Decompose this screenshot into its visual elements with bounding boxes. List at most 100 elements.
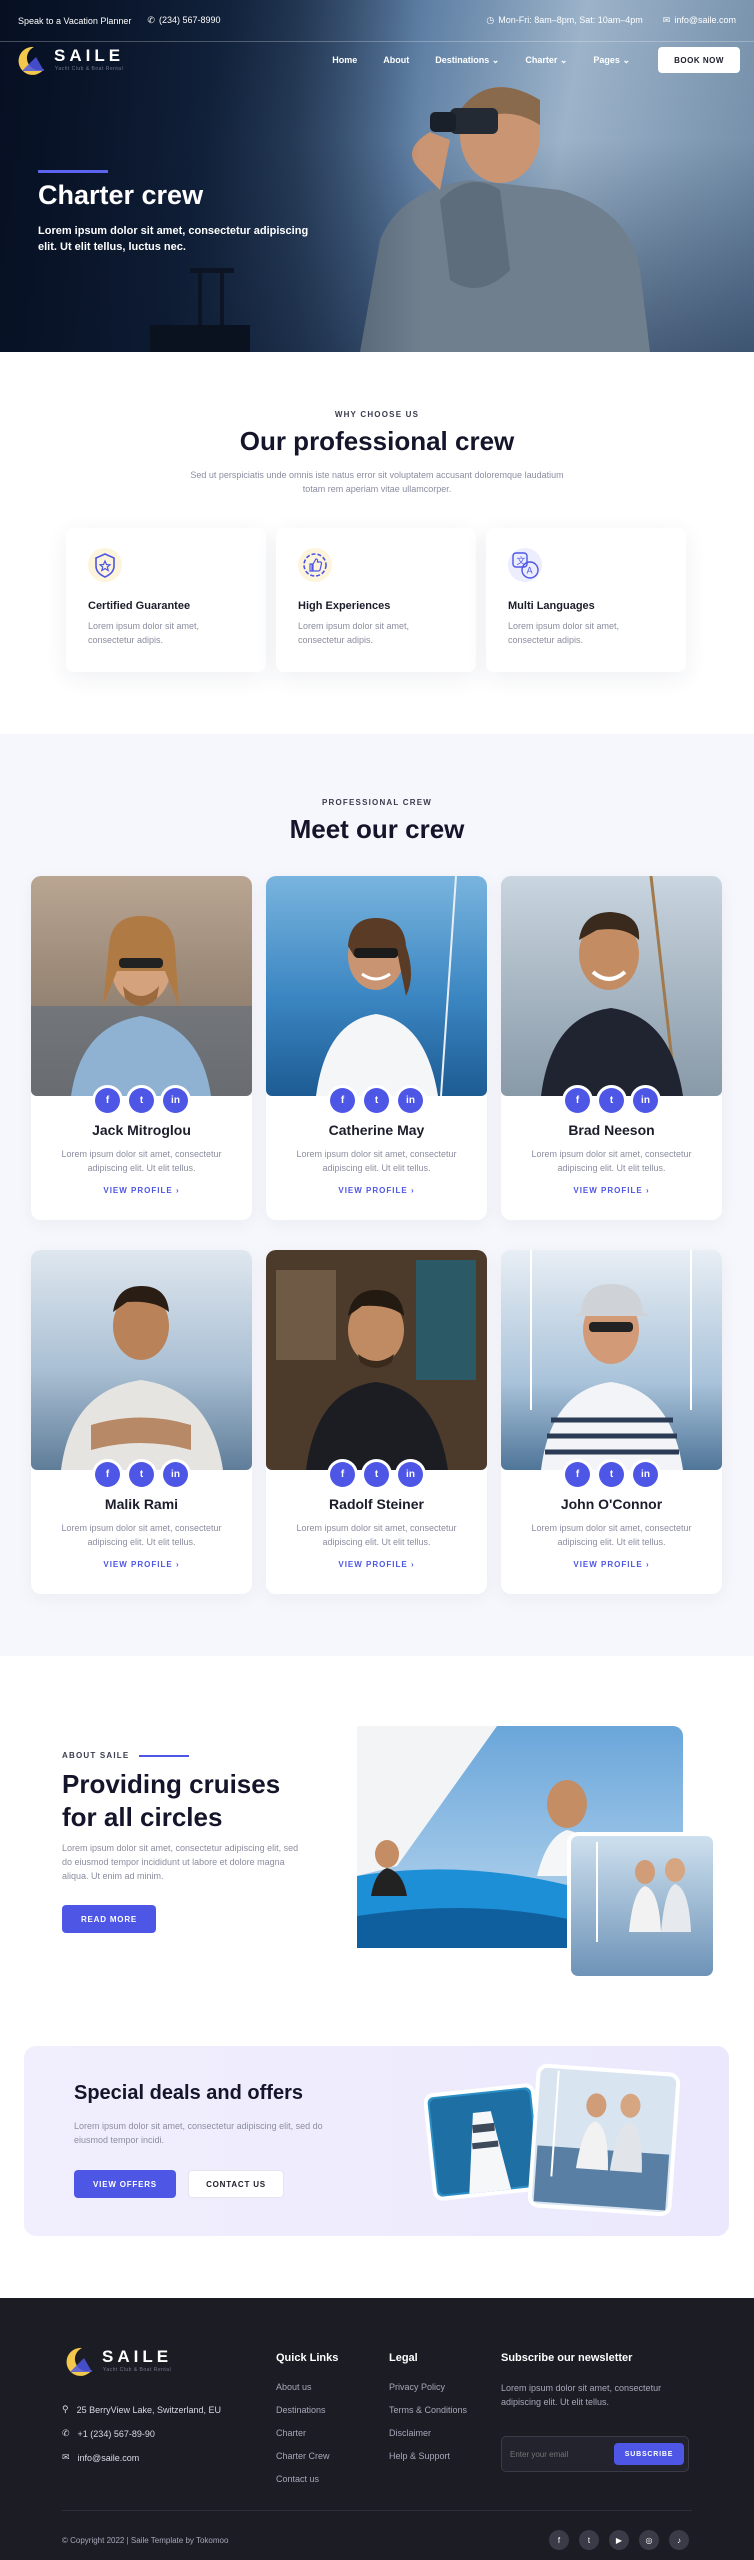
crescent-logo-icon (18, 46, 44, 75)
footer-email[interactable]: ✉ info@saile.com (62, 2452, 139, 2463)
footer-link-destinations[interactable]: Destinations (276, 2405, 326, 2415)
nav-destinations-label: Destinations (435, 54, 490, 65)
footer-divider (62, 2510, 692, 2511)
quick-links-title: Quick Links (276, 2352, 339, 2364)
footer-link-privacy[interactable]: Privacy Policy (389, 2382, 445, 2392)
hero-accent-line (38, 170, 108, 173)
footer-logo[interactable]: SAILE Yacht Club & Boat Rental (62, 2346, 172, 2376)
facebook-icon[interactable]: f (95, 1088, 120, 1113)
feature-text: Lorem ipsum dolor sit amet, consectetur … (508, 621, 620, 645)
twitter-icon[interactable]: t (579, 2530, 599, 2550)
deals-photo-friends (527, 2063, 681, 2217)
subscribe-button[interactable]: SUBSCRIBE (614, 2443, 684, 2465)
footer-link-about[interactable]: About us (276, 2382, 312, 2392)
chevron-right-icon: › (410, 1186, 415, 1195)
crew-card: f t in Malik Rami Lorem ipsum dolor sit … (31, 1250, 252, 1594)
view-profile-link[interactable]: VIEW PROFILE › (31, 1560, 252, 1569)
crew-photo (266, 1250, 487, 1470)
facebook-icon[interactable]: f (565, 1088, 590, 1113)
view-profile-link[interactable]: VIEW PROFILE › (266, 1560, 487, 1569)
linkedin-icon[interactable]: in (398, 1088, 423, 1113)
tiktok-icon[interactable]: ♪ (669, 2530, 689, 2550)
facebook-icon[interactable]: f (330, 1462, 355, 1487)
linkedin-icon[interactable]: in (398, 1462, 423, 1487)
footer-link-disclaimer[interactable]: Disclaimer (389, 2428, 431, 2438)
about-title-line2: for all circles (62, 1801, 223, 1832)
nav-destinations[interactable]: Destinations ⌄ (435, 55, 499, 66)
footer-brand-tagline: Yacht Club & Boat Rental (102, 2366, 172, 2373)
contact-us-button[interactable]: CONTACT US (188, 2170, 284, 2198)
feature-title: High Experiences (298, 600, 391, 612)
instagram-icon[interactable]: ◎ (639, 2530, 659, 2550)
book-now-button[interactable]: BOOK NOW (658, 47, 740, 73)
crew-desc: Lorem ipsum dolor sit amet, consectetur … (531, 1523, 692, 1547)
view-profile-link[interactable]: VIEW PROFILE › (31, 1186, 252, 1195)
crew-card: f t in Brad Neeson Lorem ipsum dolor sit… (501, 876, 722, 1220)
chevron-down-icon: ⌄ (491, 54, 500, 65)
twitter-icon[interactable]: t (129, 1088, 154, 1113)
deals-title: Special deals and offers (74, 2082, 303, 2104)
view-profile-link[interactable]: VIEW PROFILE › (266, 1186, 487, 1195)
topbar-phone[interactable]: ✆ (234) 567-8990 (147, 15, 220, 26)
twitter-icon[interactable]: t (364, 1088, 389, 1113)
social-links: f t in (266, 1088, 487, 1113)
nav-home[interactable]: Home (332, 55, 357, 65)
footer-phone[interactable]: ✆ +1 (234) 567-89-90 (62, 2428, 155, 2439)
facebook-icon[interactable]: f (549, 2530, 569, 2550)
nav-pages-label: Pages (593, 54, 620, 65)
deals-section: Special deals and offers Lorem ipsum dol… (24, 2046, 729, 2236)
chevron-down-icon: ⌄ (559, 54, 568, 65)
linkedin-icon[interactable]: in (163, 1462, 188, 1487)
twitter-icon[interactable]: t (599, 1462, 624, 1487)
footer-link-charter[interactable]: Charter (276, 2428, 306, 2438)
newsletter-email-input[interactable] (510, 2445, 610, 2463)
read-more-button[interactable]: READ MORE (62, 1905, 156, 1933)
brand-logo[interactable]: SAILE Yacht Club & Boat Rental (14, 45, 124, 75)
nav-pages[interactable]: Pages ⌄ (593, 55, 630, 66)
view-profile-link[interactable]: VIEW PROFILE › (501, 1560, 722, 1569)
twitter-icon[interactable]: t (364, 1462, 389, 1487)
nav-about[interactable]: About (383, 55, 409, 65)
linkedin-icon[interactable]: in (633, 1462, 658, 1487)
crew-title: Meet our crew (289, 814, 465, 844)
view-offers-button[interactable]: VIEW OFFERS (74, 2170, 176, 2198)
twitter-icon[interactable]: t (129, 1462, 154, 1487)
chevron-down-icon: ⌄ (622, 54, 630, 65)
youtube-icon[interactable]: ▶ (609, 2530, 629, 2550)
social-links: f t in (31, 1462, 252, 1487)
linkedin-icon[interactable]: in (163, 1088, 188, 1113)
map-pin-icon: ⚲ (62, 2404, 69, 2414)
facebook-icon[interactable]: f (565, 1462, 590, 1487)
chevron-right-icon: › (645, 1560, 650, 1569)
crew-name: Catherine May (328, 1122, 425, 1138)
footer-link-terms[interactable]: Terms & Conditions (389, 2405, 467, 2415)
twitter-icon[interactable]: t (599, 1088, 624, 1113)
view-profile-label: VIEW PROFILE (338, 1186, 408, 1195)
footer-brand-name: SAILE (102, 2346, 173, 2366)
hero-title: Charter crew (38, 180, 204, 210)
nav-charter[interactable]: Charter ⌄ (525, 55, 567, 66)
topbar-phone-text: (234) 567-8990 (158, 15, 221, 25)
newsletter-title: Subscribe our newsletter (501, 2352, 633, 2364)
nav-menu: Home About Destinations ⌄ Charter ⌄ Page… (332, 55, 630, 66)
chevron-right-icon: › (410, 1560, 415, 1569)
crew-photo (31, 876, 252, 1096)
facebook-icon[interactable]: f (330, 1088, 355, 1113)
facebook-icon[interactable]: f (95, 1462, 120, 1487)
topbar-hours: ◷ Mon-Fri: 8am–8pm, Sat: 10am–4pm (486, 15, 642, 26)
footer-link-contact[interactable]: Contact us (276, 2474, 319, 2484)
view-profile-link[interactable]: VIEW PROFILE › (501, 1186, 722, 1195)
newsletter-text: Lorem ipsum dolor sit amet, consectetur … (501, 2383, 662, 2407)
about-text: Lorem ipsum dolor sit amet, consectetur … (62, 1843, 299, 1881)
shield-star-icon (88, 548, 122, 582)
footer-link-help[interactable]: Help & Support (389, 2451, 450, 2461)
topbar-email[interactable]: ✉ info@saile.com (663, 15, 736, 26)
chevron-right-icon: › (175, 1560, 180, 1569)
feature-card-experience: High Experiences Lorem ipsum dolor sit a… (276, 528, 476, 672)
crew-name: Radolf Steiner (329, 1496, 424, 1512)
footer-link-charter-crew[interactable]: Charter Crew (276, 2451, 330, 2461)
footer: SAILE Yacht Club & Boat Rental ⚲ 25 Berry… (0, 2298, 754, 2560)
view-profile-label: VIEW PROFILE (103, 1186, 173, 1195)
linkedin-icon[interactable]: in (633, 1088, 658, 1113)
crew-photo (266, 876, 487, 1096)
